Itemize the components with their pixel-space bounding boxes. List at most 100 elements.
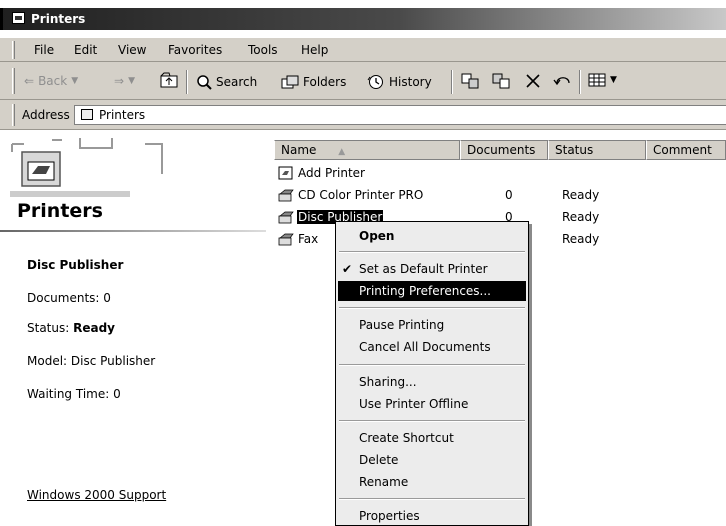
views-grid-icon (588, 73, 606, 87)
copy-to-button[interactable] (491, 72, 511, 90)
address-bar: Address Printers (0, 100, 726, 130)
forward-button[interactable]: ⇒ ▼ (114, 74, 135, 88)
printer-icon (278, 211, 294, 224)
menu-view[interactable]: View (118, 43, 146, 57)
column-header-documents[interactable]: Documents (460, 140, 548, 160)
selected-printer-name: Disc Publisher (27, 258, 124, 272)
pane-divider (0, 230, 266, 232)
waiting-time: Waiting Time: 0 (27, 387, 121, 401)
views-dropdown-icon: ▼ (610, 75, 617, 85)
folders-label: Folders (303, 75, 347, 89)
set-default-label: Set as Default Printer (359, 262, 488, 276)
menu-tools[interactable]: Tools (248, 43, 278, 57)
item-status: Ready (562, 210, 600, 224)
status-label: Status: (27, 321, 74, 335)
address-value: Printers (99, 108, 146, 122)
status-value: Ready (73, 321, 115, 335)
menu-separator (339, 498, 525, 500)
checkmark-icon: ✔ (342, 262, 353, 276)
copy-to-icon (492, 73, 510, 89)
item-name: CD Color Printer PRO (298, 188, 424, 202)
search-button[interactable]: Search (196, 74, 257, 90)
history-icon (367, 75, 383, 89)
column-header-comment[interactable]: Comment (646, 140, 726, 160)
back-dropdown-icon: ▼ (71, 76, 79, 86)
menu-item-set-default[interactable]: ✔ Set as Default Printer (336, 259, 528, 279)
menu-separator (339, 251, 525, 253)
toolbar-separator (579, 70, 581, 94)
add-printer-icon (278, 166, 293, 180)
menu-separator (339, 364, 525, 366)
views-button[interactable]: ▼ (588, 72, 617, 88)
documents-count: Documents: 0 (27, 291, 111, 305)
window-edge (0, 8, 3, 30)
window-title: Printers (31, 12, 86, 26)
addressbar-grip[interactable] (12, 104, 15, 126)
printer-model: Model: Disc Publisher (27, 354, 156, 368)
web-view-pane: Printers Disc Publisher Documents: 0 Sta… (0, 130, 270, 526)
menubar-grip[interactable] (12, 41, 15, 59)
printers-window-icon (12, 12, 25, 24)
search-label: Search (216, 75, 258, 89)
menu-item-cancel-all[interactable]: Cancel All Documents (336, 337, 528, 357)
item-name: Add Printer (298, 166, 365, 180)
menu-item-sharing[interactable]: Sharing... (336, 372, 528, 392)
delete-button[interactable] (524, 72, 542, 90)
back-button[interactable]: ⇐ Back ▼ (24, 74, 78, 88)
menu-bar: File Edit View Favorites Tools Help (0, 38, 726, 62)
toolbar-separator (186, 70, 188, 94)
printers-folder-icon (81, 109, 93, 120)
name-header-label: Name (281, 143, 317, 157)
item-status: Ready (562, 232, 600, 246)
standard-toolbar: ⇐ Back ▼ ⇒ ▼ Search Folders History ▼ (0, 62, 726, 100)
up-folder-icon (160, 72, 178, 88)
menu-separator (339, 420, 525, 422)
menu-edit[interactable]: Edit (74, 43, 97, 57)
move-to-icon (461, 73, 479, 89)
back-label: Back (38, 74, 68, 88)
list-item[interactable]: CD Color Printer PRO 0 Ready (278, 188, 600, 206)
column-header-status[interactable]: Status (548, 140, 646, 160)
address-input[interactable]: Printers (74, 105, 726, 125)
folders-button[interactable]: Folders (281, 74, 346, 90)
title-bar[interactable]: Printers (0, 8, 726, 30)
delete-x-icon (526, 74, 540, 88)
menu-item-open[interactable]: Open (336, 226, 528, 246)
pane-title: Printers (17, 200, 103, 222)
list-item[interactable]: Add Printer (278, 166, 519, 184)
printers-banner-graphic (10, 138, 163, 197)
menu-help[interactable]: Help (301, 43, 328, 57)
windows-support-link[interactable]: Windows 2000 Support (27, 488, 166, 502)
menu-item-properties[interactable]: Properties (336, 506, 528, 526)
menu-item-rename[interactable]: Rename (336, 472, 528, 492)
folders-icon (281, 75, 299, 89)
history-button[interactable]: History (367, 74, 432, 90)
menu-item-delete[interactable]: Delete (336, 450, 528, 470)
forward-dropdown-icon: ▼ (128, 76, 135, 86)
printer-icon (278, 189, 294, 202)
toolbar-grip[interactable] (12, 68, 15, 94)
back-arrow-icon: ⇐ (24, 74, 35, 88)
context-menu: Open ✔ Set as Default Printer Printing P… (335, 221, 529, 526)
menu-separator (339, 307, 525, 309)
menu-file[interactable]: File (34, 43, 54, 57)
search-icon (197, 75, 212, 90)
fax-icon (278, 233, 294, 246)
column-header-name[interactable]: Name ▲ (274, 140, 460, 160)
item-documents: 0 (505, 188, 513, 202)
item-name: Fax (298, 232, 319, 246)
forward-arrow-icon: ⇒ (114, 74, 125, 88)
up-folder-button[interactable] (160, 72, 178, 88)
toolbar-separator (451, 70, 453, 94)
menu-favorites[interactable]: Favorites (168, 43, 222, 57)
menu-item-create-shortcut[interactable]: Create Shortcut (336, 428, 528, 448)
move-to-button[interactable] (460, 72, 480, 90)
menu-item-use-offline[interactable]: Use Printer Offline (336, 394, 528, 414)
history-label: History (389, 75, 432, 89)
menu-item-pause-printing[interactable]: Pause Printing (336, 315, 528, 335)
menu-item-printing-preferences[interactable]: Printing Preferences... (338, 281, 526, 301)
printer-status: Status: Ready (27, 321, 115, 335)
undo-button[interactable] (553, 72, 573, 90)
address-label: Address (22, 108, 70, 122)
item-status: Ready (562, 188, 600, 202)
